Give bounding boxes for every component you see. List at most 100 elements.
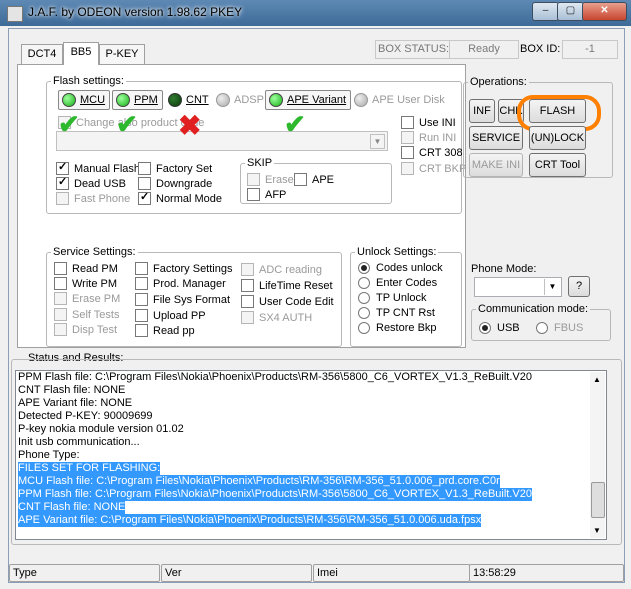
tp-cnt-rst-radio[interactable]: TP CNT Rst: [358, 307, 435, 319]
self-tests-checkbox[interactable]: Self Tests: [54, 308, 120, 321]
adc-reading-checkbox[interactable]: ADC reading: [241, 263, 322, 276]
fbus-radio[interactable]: FBUS: [536, 322, 583, 334]
sx4-auth-checkbox[interactable]: SX4 AUTH: [241, 311, 312, 324]
read-pm-checkbox[interactable]: Read PM: [54, 262, 118, 275]
crt-bkp-label: CRT BKP: [419, 162, 467, 175]
scroll-up-icon[interactable]: ▲: [593, 375, 601, 384]
ape-user-disk-toggle[interactable]: APE User Disk: [354, 93, 445, 107]
unlock-button[interactable]: (UN)LOCK: [529, 126, 586, 150]
log-line-text: CNT Flash file: NONE: [18, 384, 126, 396]
cnt-led-icon: [168, 93, 182, 107]
file-sys-format-label: File Sys Format: [153, 293, 231, 306]
unlock-settings-legend: Unlock Settings:: [357, 246, 437, 258]
skip-afp-checkbox[interactable]: AFP: [247, 188, 286, 201]
window-title: J.A.F. by ODEON version 1.98.62 PKEY: [28, 5, 243, 19]
use-ini-box: [401, 116, 414, 129]
crt-tool-button[interactable]: CRT Tool: [529, 153, 586, 177]
ape-user-disk-led-icon: [354, 93, 368, 107]
write-pm-checkbox[interactable]: Write PM: [54, 277, 117, 290]
use-ini-checkbox[interactable]: Use INI: [401, 116, 456, 129]
usb-radio[interactable]: USB: [479, 322, 520, 334]
lifetime-reset-checkbox[interactable]: LifeTime Reset: [241, 279, 333, 292]
scroll-down-icon[interactable]: ▼: [593, 526, 601, 535]
service-settings-legend: Service Settings:: [53, 246, 136, 258]
enter-codes-radio[interactable]: Enter Codes: [358, 277, 437, 289]
chevron-down-icon: ▼: [370, 134, 385, 149]
inf-button[interactable]: INF: [469, 99, 495, 123]
tab-bb5[interactable]: BB5: [63, 42, 99, 65]
skip-ape-checkbox[interactable]: APE: [294, 173, 334, 186]
upload-pp-checkbox[interactable]: Upload PP: [135, 309, 206, 322]
factory-settings-checkbox[interactable]: Factory Settings: [135, 262, 232, 275]
log-line-text: FILES SET FOR FLASHING:: [18, 462, 161, 475]
make-ini-button[interactable]: MAKE INI: [469, 153, 523, 177]
log-line-text: APE Variant file: C:\Program Files\Nokia…: [18, 514, 482, 527]
log-line: CNT Flash file: NONE: [16, 501, 606, 514]
phone-mode-select[interactable]: ▼: [474, 277, 562, 297]
tab-dct4[interactable]: DCT4: [21, 44, 63, 64]
normal-mode-checkbox[interactable]: Normal Mode: [138, 190, 222, 205]
cnt-label: CNT: [186, 94, 209, 106]
read-pp-checkbox[interactable]: Read pp: [135, 324, 195, 337]
tab-pkey[interactable]: P-KEY: [99, 44, 145, 64]
factory-settings-box: [135, 262, 148, 275]
crt308-checkbox[interactable]: CRT 308: [401, 146, 463, 159]
adsp-label: ADSP: [234, 94, 264, 106]
log-line: PPM Flash file: C:\Program Files\Nokia\P…: [16, 371, 606, 384]
cnt-toggle[interactable]: CNT: [168, 93, 209, 107]
file-sys-format-checkbox[interactable]: File Sys Format: [135, 293, 230, 306]
factory-set-checkbox[interactable]: Factory Set: [138, 162, 212, 175]
log-line-text: Phone Type:: [18, 449, 80, 461]
run-ini-checkbox[interactable]: Run INI: [401, 131, 456, 144]
disp-test-checkbox[interactable]: Disp Test: [54, 323, 117, 336]
ppm-label: PPM: [134, 94, 158, 106]
sx4-auth-label: SX4 AUTH: [259, 311, 313, 324]
app-icon: [7, 6, 23, 22]
help-button[interactable]: ?: [568, 276, 590, 297]
crt-bkp-checkbox[interactable]: CRT BKP: [401, 162, 466, 175]
service-button[interactable]: SERVICE: [469, 126, 523, 150]
erase-pm-checkbox[interactable]: Erase PM: [54, 292, 120, 305]
status-log[interactable]: PPM Flash file: C:\Program Files\Nokia\P…: [15, 370, 607, 540]
restore-bkp-label: Restore Bkp: [376, 322, 437, 334]
title-bar[interactable]: J.A.F. by ODEON version 1.98.62 PKEY – ▢…: [0, 0, 631, 26]
adc-reading-box: [241, 263, 254, 276]
tp-unlock-label: TP Unlock: [376, 292, 427, 304]
ppm-toggle[interactable]: PPM: [112, 90, 163, 110]
log-scroll-thumb[interactable]: [591, 482, 605, 518]
dead-usb-checkbox[interactable]: Dead USB: [56, 175, 126, 190]
user-code-edit-label: User Code Edit: [259, 295, 334, 308]
fbus-label: FBUS: [554, 322, 584, 334]
product-code-select[interactable]: ▼: [56, 131, 388, 151]
manual-flash-checkbox[interactable]: Manual Flash: [56, 160, 140, 175]
adc-reading-label: ADC reading: [259, 263, 322, 276]
read-pp-label: Read pp: [153, 324, 195, 337]
minimize-button[interactable]: –: [532, 2, 559, 21]
maximize-button[interactable]: ▢: [557, 2, 584, 21]
tp-unlock-radio[interactable]: TP Unlock: [358, 292, 427, 304]
user-code-edit-checkbox[interactable]: User Code Edit: [241, 295, 334, 308]
ape-variant-toggle[interactable]: APE Variant: [265, 90, 352, 110]
factory-set-label: Factory Set: [156, 162, 213, 175]
skip-legend: SKIP: [247, 157, 273, 169]
log-line-text: MCU Flash file: C:\Program Files\Nokia\P…: [18, 475, 500, 488]
downgrade-checkbox[interactable]: Downgrade: [138, 177, 212, 190]
codes-unlock-radio[interactable]: Codes unlock: [358, 262, 443, 274]
communication-mode-legend: Communication mode:: [478, 303, 589, 315]
restore-bkp-radio[interactable]: Restore Bkp: [358, 322, 437, 334]
mcu-toggle[interactable]: MCU: [58, 90, 111, 110]
mcu-led-icon: [62, 93, 76, 107]
fast-phone-checkbox[interactable]: Fast Phone: [56, 192, 130, 205]
skip-erase-label: Erase: [265, 173, 294, 186]
adsp-toggle[interactable]: ADSP: [216, 93, 264, 107]
skip-afp-label: AFP: [265, 188, 287, 201]
close-button[interactable]: ✕: [582, 2, 627, 21]
prod-manager-box: [135, 277, 148, 290]
write-pm-box: [54, 277, 67, 290]
log-scrollbar[interactable]: ▲ ▼: [590, 372, 605, 538]
crt-bkp-box: [401, 162, 414, 175]
factory-set-box: [138, 162, 151, 175]
chevron-down-icon: ▼: [544, 279, 560, 295]
prod-manager-checkbox[interactable]: Prod. Manager: [135, 277, 226, 290]
skip-erase-checkbox[interactable]: Erase: [247, 173, 294, 186]
